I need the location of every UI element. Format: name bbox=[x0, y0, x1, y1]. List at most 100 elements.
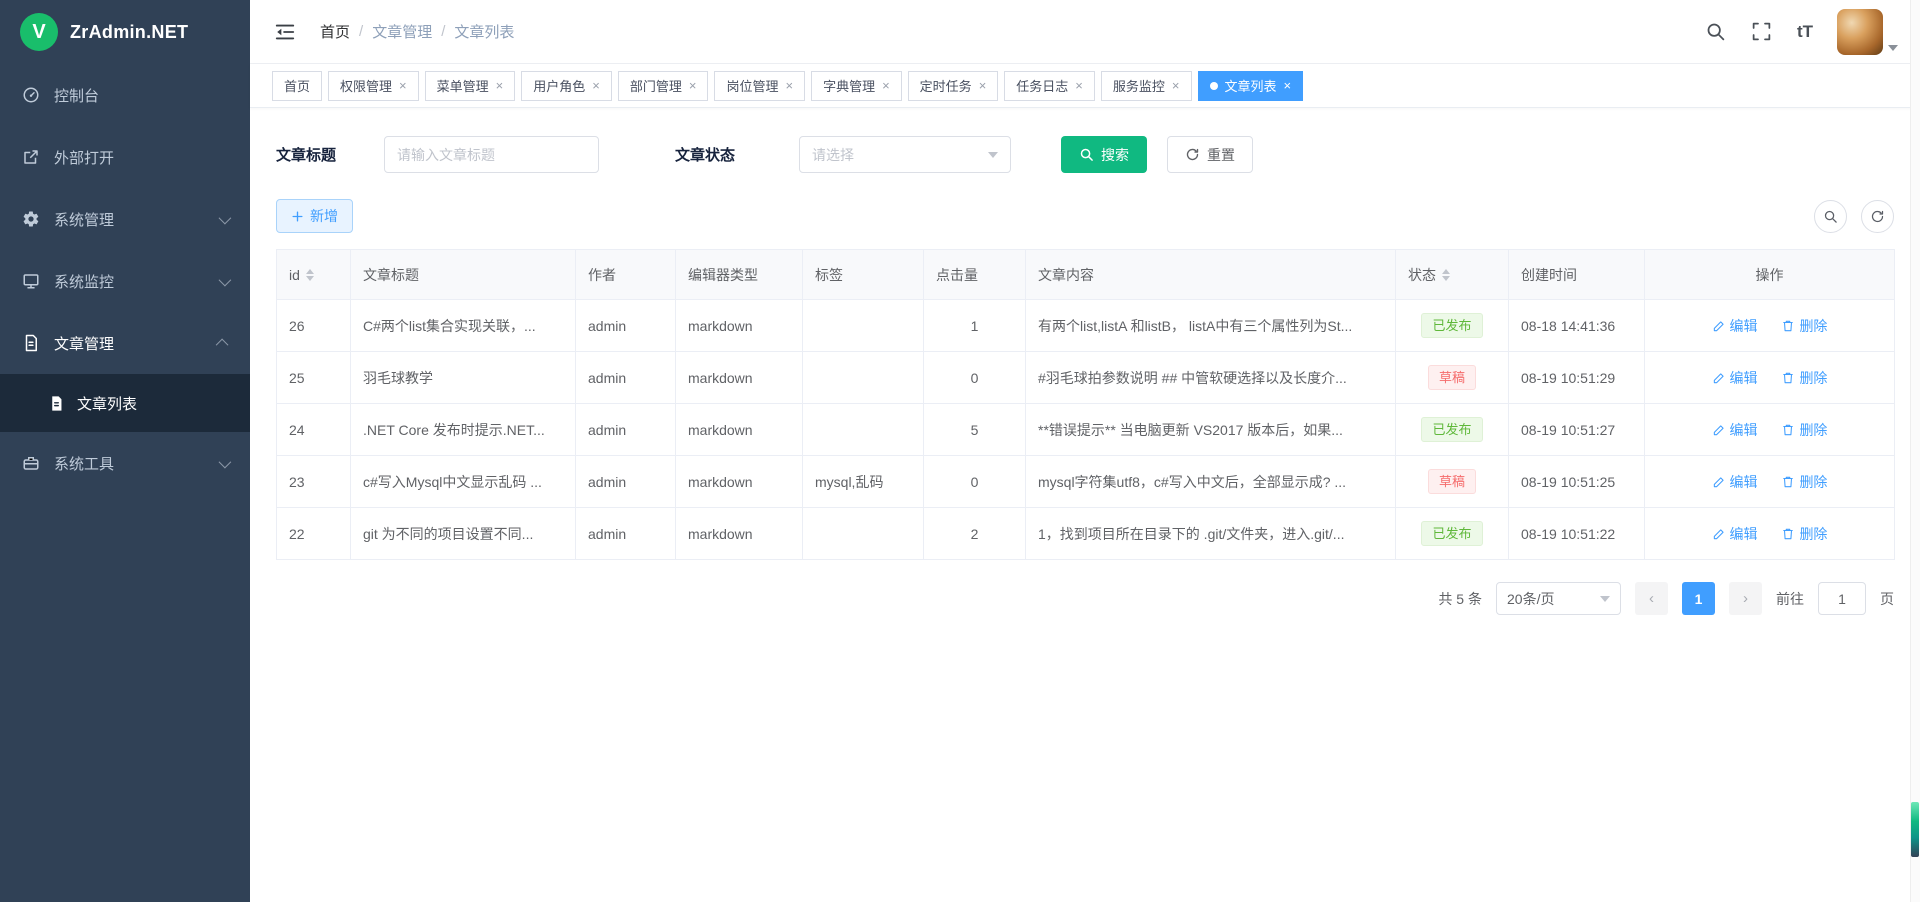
breadcrumb-article-list: 文章列表 bbox=[454, 21, 514, 42]
close-icon[interactable]: × bbox=[496, 79, 504, 92]
add-button[interactable]: 新增 bbox=[276, 199, 353, 233]
tab-departments[interactable]: 部门管理 × bbox=[618, 71, 709, 101]
fullscreen-icon[interactable] bbox=[1751, 21, 1773, 43]
edit-button[interactable]: 编辑 bbox=[1712, 420, 1758, 440]
sidebar-item-label: 控制台 bbox=[54, 85, 99, 106]
close-icon[interactable]: × bbox=[785, 79, 793, 92]
breadcrumb-article-admin[interactable]: 文章管理 bbox=[372, 21, 432, 42]
tab-permissions[interactable]: 权限管理 × bbox=[328, 71, 419, 101]
sidebar-item-article-list[interactable]: 文章列表 bbox=[0, 374, 250, 432]
close-icon[interactable]: × bbox=[882, 79, 890, 92]
status-badge: 草稿 bbox=[1428, 469, 1476, 494]
status-badge: 已发布 bbox=[1421, 313, 1482, 338]
sidebar-fold-icon[interactable] bbox=[272, 19, 298, 45]
delete-button[interactable]: 删除 bbox=[1781, 316, 1827, 336]
refresh-icon[interactable] bbox=[1861, 200, 1894, 233]
delete-button[interactable]: 删除 bbox=[1781, 420, 1827, 440]
goto-page-input[interactable] bbox=[1818, 582, 1866, 615]
edit-button[interactable]: 编辑 bbox=[1712, 368, 1758, 388]
column-hits: 点击量 bbox=[936, 267, 978, 283]
tab-scheduled-tasks[interactable]: 定时任务 × bbox=[908, 71, 999, 101]
close-icon[interactable]: × bbox=[689, 79, 697, 92]
delete-button[interactable]: 删除 bbox=[1781, 472, 1827, 492]
cell-created: 08-19 10:51:29 bbox=[1521, 370, 1615, 386]
sidebar-item-dashboard[interactable]: 控制台 bbox=[0, 64, 250, 126]
edit-label: 编辑 bbox=[1730, 316, 1758, 336]
sidebar-item-label: 系统监控 bbox=[54, 271, 114, 292]
search-button-label: 搜索 bbox=[1101, 145, 1129, 165]
page-size-select[interactable]: 20条/页 bbox=[1496, 582, 1621, 615]
avatar[interactable] bbox=[1837, 9, 1883, 55]
breadcrumb-separator: / bbox=[359, 23, 363, 40]
tab-posts[interactable]: 岗位管理 × bbox=[714, 71, 805, 101]
font-size-icon[interactable]: tT bbox=[1797, 22, 1813, 42]
dashboard-icon bbox=[22, 86, 40, 104]
select-placeholder: 请选择 bbox=[812, 145, 854, 165]
main-area: 首页 / 文章管理 / 文章列表 tT bbox=[250, 0, 1920, 902]
article-title-input[interactable] bbox=[384, 136, 599, 173]
edit-button[interactable]: 编辑 bbox=[1712, 316, 1758, 336]
sidebar-item-external[interactable]: 外部打开 bbox=[0, 126, 250, 188]
user-menu[interactable] bbox=[1837, 9, 1898, 55]
cell-hits: 0 bbox=[971, 474, 979, 490]
edit-button[interactable]: 编辑 bbox=[1712, 524, 1758, 544]
page-number-1[interactable]: 1 bbox=[1682, 582, 1715, 615]
close-icon[interactable]: × bbox=[592, 79, 600, 92]
active-dot-icon bbox=[1210, 82, 1218, 90]
close-icon[interactable]: × bbox=[979, 79, 987, 92]
gear-icon bbox=[22, 210, 40, 228]
article-status-select[interactable]: 请选择 bbox=[799, 136, 1011, 173]
tab-service-monitor[interactable]: 服务监控 × bbox=[1101, 71, 1192, 101]
tab-task-logs[interactable]: 任务日志 × bbox=[1004, 71, 1095, 101]
toggle-search-icon[interactable] bbox=[1814, 200, 1847, 233]
tab-menus[interactable]: 菜单管理 × bbox=[425, 71, 516, 101]
tab-home[interactable]: 首页 bbox=[272, 71, 322, 101]
tab-label: 首页 bbox=[284, 76, 310, 95]
caret-down-icon bbox=[1888, 45, 1898, 51]
breadcrumb-separator: / bbox=[441, 23, 445, 40]
sort-icon[interactable] bbox=[1442, 269, 1450, 281]
tab-user-roles[interactable]: 用户角色 × bbox=[521, 71, 612, 101]
tab-dictionary[interactable]: 字典管理 × bbox=[811, 71, 902, 101]
cell-editor: markdown bbox=[688, 526, 753, 542]
column-title: 文章标题 bbox=[363, 267, 419, 283]
cell-id: 22 bbox=[289, 526, 305, 542]
close-icon[interactable]: × bbox=[1075, 79, 1083, 92]
cell-tags: mysql,乱码 bbox=[815, 474, 883, 490]
cell-editor: markdown bbox=[688, 422, 753, 438]
sidebar-item-article-admin[interactable]: 文章管理 bbox=[0, 312, 250, 374]
app-layout: V ZrAdmin.NET 控制台 外部打开 系统管理 bbox=[0, 0, 1920, 902]
page-scrollbar[interactable] bbox=[1910, 0, 1920, 902]
next-page-button[interactable]: › bbox=[1729, 582, 1762, 615]
reset-button[interactable]: 重置 bbox=[1167, 136, 1253, 173]
breadcrumb-home[interactable]: 首页 bbox=[320, 21, 350, 42]
sidebar-item-label: 系统管理 bbox=[54, 209, 114, 230]
delete-button[interactable]: 删除 bbox=[1781, 368, 1827, 388]
scroll-thumb[interactable] bbox=[1911, 802, 1919, 857]
cell-content: **错误提示** 当电脑更新 VS2017 版本后，如果... bbox=[1038, 422, 1343, 438]
delete-button[interactable]: 删除 bbox=[1781, 524, 1827, 544]
close-icon[interactable]: × bbox=[1284, 79, 1292, 92]
edit-label: 编辑 bbox=[1730, 420, 1758, 440]
cell-editor: markdown bbox=[688, 370, 753, 386]
sidebar-item-system-monitor[interactable]: 系统监控 bbox=[0, 250, 250, 312]
cell-created: 08-18 14:41:36 bbox=[1521, 318, 1615, 334]
close-icon[interactable]: × bbox=[399, 79, 407, 92]
cell-created: 08-19 10:51:27 bbox=[1521, 422, 1615, 438]
sidebar-item-system-admin[interactable]: 系统管理 bbox=[0, 188, 250, 250]
search-button[interactable]: 搜索 bbox=[1061, 136, 1147, 173]
sort-icon[interactable] bbox=[306, 269, 314, 281]
table-header-row: id 文章标题 作者 编辑器类型 标签 点击量 文章内容 状态 创建时间 操作 bbox=[277, 250, 1895, 300]
article-status-label: 文章状态 bbox=[675, 144, 735, 165]
sidebar-item-system-tools[interactable]: 系统工具 bbox=[0, 432, 250, 494]
close-icon[interactable]: × bbox=[1172, 79, 1180, 92]
chevron-down-icon bbox=[1600, 596, 1610, 602]
edit-button[interactable]: 编辑 bbox=[1712, 472, 1758, 492]
search-icon[interactable] bbox=[1705, 21, 1727, 43]
sidebar: V ZrAdmin.NET 控制台 外部打开 系统管理 bbox=[0, 0, 250, 902]
tags-bar: 首页 权限管理 × 菜单管理 × 用户角色 × 部门管理 × 岗位管理 × bbox=[250, 64, 1920, 108]
prev-page-button[interactable]: ‹ bbox=[1635, 582, 1668, 615]
app-logo[interactable]: V ZrAdmin.NET bbox=[0, 0, 250, 64]
tab-article-list[interactable]: 文章列表 × bbox=[1198, 71, 1304, 101]
delete-label: 删除 bbox=[1799, 420, 1827, 440]
